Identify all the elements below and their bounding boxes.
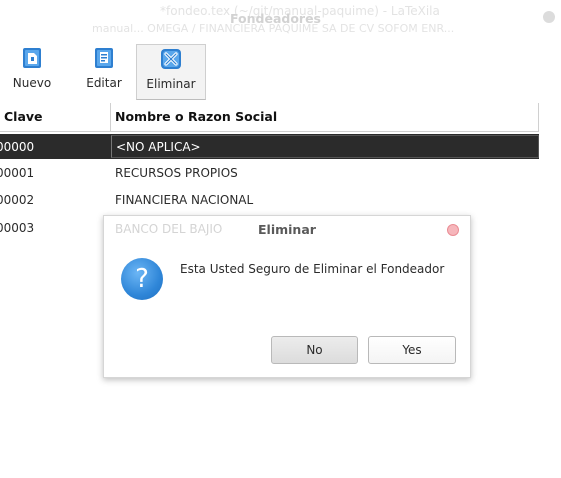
dialog-titlebar: BANCO DEL BAJIO Eliminar <box>104 216 470 244</box>
no-button[interactable]: No <box>271 336 358 364</box>
editar-label: Editar <box>86 76 122 90</box>
yes-button[interactable]: Yes <box>368 336 456 364</box>
clave-cell: 00003 <box>0 220 35 235</box>
window-titlebar: *fondeo.tex (~/git/manual-paquime) - LaT… <box>0 0 561 35</box>
dialog-close-button[interactable] <box>447 224 459 236</box>
column-header-nombre[interactable]: Nombre o Razon Social <box>111 103 539 131</box>
confirm-delete-dialog: BANCO DEL BAJIO Eliminar ? Esta Usted Se… <box>103 215 471 378</box>
nombre-cell: BANCO DEL BAJIO <box>115 222 223 236</box>
new-document-icon <box>23 48 41 68</box>
header-divider <box>0 131 539 132</box>
dialog-title: Eliminar <box>258 222 316 237</box>
delete-icon <box>161 49 181 69</box>
editar-button[interactable]: Editar <box>78 44 130 100</box>
nuevo-label: Nuevo <box>12 76 52 90</box>
table-row[interactable]: 00001 RECURSOS PROPIOS <box>0 160 539 185</box>
nuevo-button[interactable]: Nuevo <box>0 44 64 100</box>
window-close-button[interactable] <box>543 11 555 23</box>
clave-cell: 00002 <box>0 192 35 207</box>
eliminar-button[interactable]: Eliminar <box>136 44 206 100</box>
table-row[interactable]: 00002 FINANCIERA NACIONAL <box>0 187 539 212</box>
nombre-cell: FINANCIERA NACIONAL <box>115 192 254 207</box>
nombre-cell: RECURSOS PROPIOS <box>115 165 238 180</box>
clave-cell: 00001 <box>0 165 35 180</box>
clave-cell: 00000 <box>0 139 35 154</box>
toolbar: Nuevo Editar Eliminar <box>0 44 206 100</box>
nombre-cell: <NO APLICA> <box>111 135 539 158</box>
table-header: Clave Nombre o Razon Social <box>0 103 539 131</box>
dialog-message: Esta Usted Seguro de Eliminar el Fondead… <box>180 262 445 276</box>
window-title: Fondeadores <box>230 11 321 26</box>
column-header-clave[interactable]: Clave <box>0 103 111 131</box>
question-icon: ? <box>121 258 163 300</box>
table-row[interactable]: 00000 <NO APLICA> <box>0 134 539 159</box>
eliminar-label: Eliminar <box>146 77 196 91</box>
edit-document-icon <box>95 48 113 68</box>
